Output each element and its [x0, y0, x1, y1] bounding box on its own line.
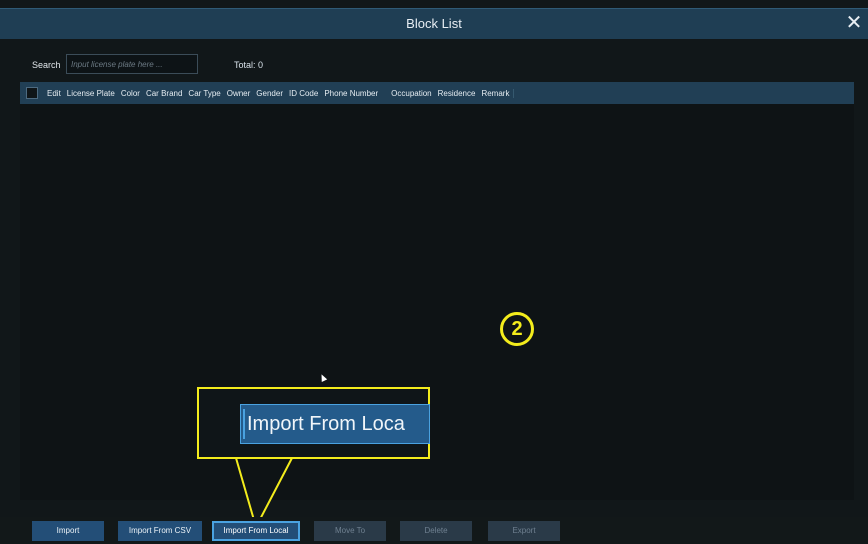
step-number-badge: 2: [500, 312, 534, 346]
search-input[interactable]: [66, 54, 198, 74]
column-header-owner[interactable]: Owner: [224, 89, 254, 98]
import-from-csv-button[interactable]: Import From CSV: [118, 521, 202, 541]
select-all-checkbox[interactable]: [26, 87, 38, 99]
table-header: Edit License Plate Color Car Brand Car T…: [20, 82, 854, 104]
column-header-edit[interactable]: Edit: [44, 89, 64, 98]
import-button[interactable]: Import: [32, 521, 104, 541]
import-from-local-button[interactable]: Import From Local: [212, 521, 300, 541]
title-bar: Block List ✕: [0, 8, 868, 39]
column-header-license-plate[interactable]: License Plate: [64, 89, 118, 98]
table-body: [20, 104, 854, 500]
column-header-car-brand[interactable]: Car Brand: [143, 89, 185, 98]
column-header-occupation[interactable]: Occupation: [388, 89, 434, 98]
total-count: Total: 0: [234, 60, 264, 70]
block-list-window: Block List ✕ Search Total: 0 Edit Licens…: [0, 0, 868, 544]
move-to-button[interactable]: Move To: [314, 521, 386, 541]
column-header-remark[interactable]: Remark: [478, 88, 515, 98]
window-title: Block List: [406, 16, 462, 31]
column-header-phone-number[interactable]: Phone Number: [321, 89, 388, 98]
delete-button[interactable]: Delete: [400, 521, 472, 541]
column-header-residence[interactable]: Residence: [435, 89, 479, 98]
column-header-gender[interactable]: Gender: [253, 89, 286, 98]
callout-zoom-import-from-local: Import From Loca: [240, 404, 430, 444]
close-icon[interactable]: ✕: [844, 13, 864, 33]
column-header-color[interactable]: Color: [118, 89, 143, 98]
search-label: Search: [32, 60, 61, 70]
column-header-id-code[interactable]: ID Code: [286, 89, 321, 98]
column-header-car-type[interactable]: Car Type: [185, 89, 223, 98]
export-button[interactable]: Export: [488, 521, 560, 541]
